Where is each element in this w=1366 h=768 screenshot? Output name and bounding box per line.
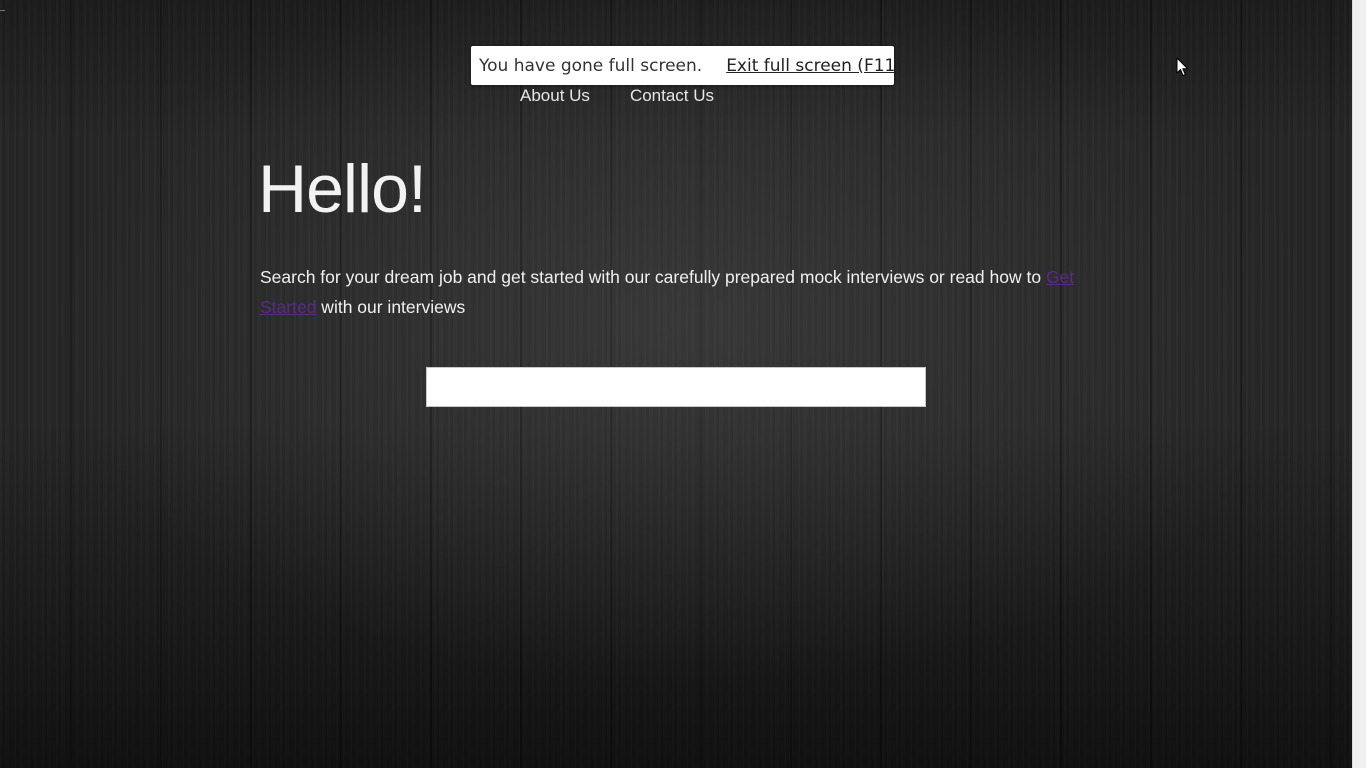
nav-contact-us[interactable]: Contact Us (630, 86, 714, 106)
hero-text-before-link: Search for your dream job and get starte… (260, 267, 1046, 287)
window-corner-mark (0, 10, 5, 11)
vertical-scrollbar[interactable] (1352, 0, 1366, 768)
top-navigation: About Us Contact Us (520, 86, 714, 106)
mouse-pointer-icon (1176, 57, 1188, 76)
nav-about-us[interactable]: About Us (520, 86, 590, 106)
fullscreen-notice: You have gone full screen. Exit full scr… (471, 46, 902, 85)
exit-fullscreen-link[interactable]: Exit full screen (F11) (726, 56, 902, 76)
hero-text-after-link: with our interviews (316, 297, 466, 317)
hero-description: Search for your dream job and get starte… (260, 262, 1080, 322)
search-input[interactable] (426, 367, 926, 407)
fullscreen-message: You have gone full screen. (479, 55, 703, 76)
page-title: Hello! (258, 151, 427, 227)
